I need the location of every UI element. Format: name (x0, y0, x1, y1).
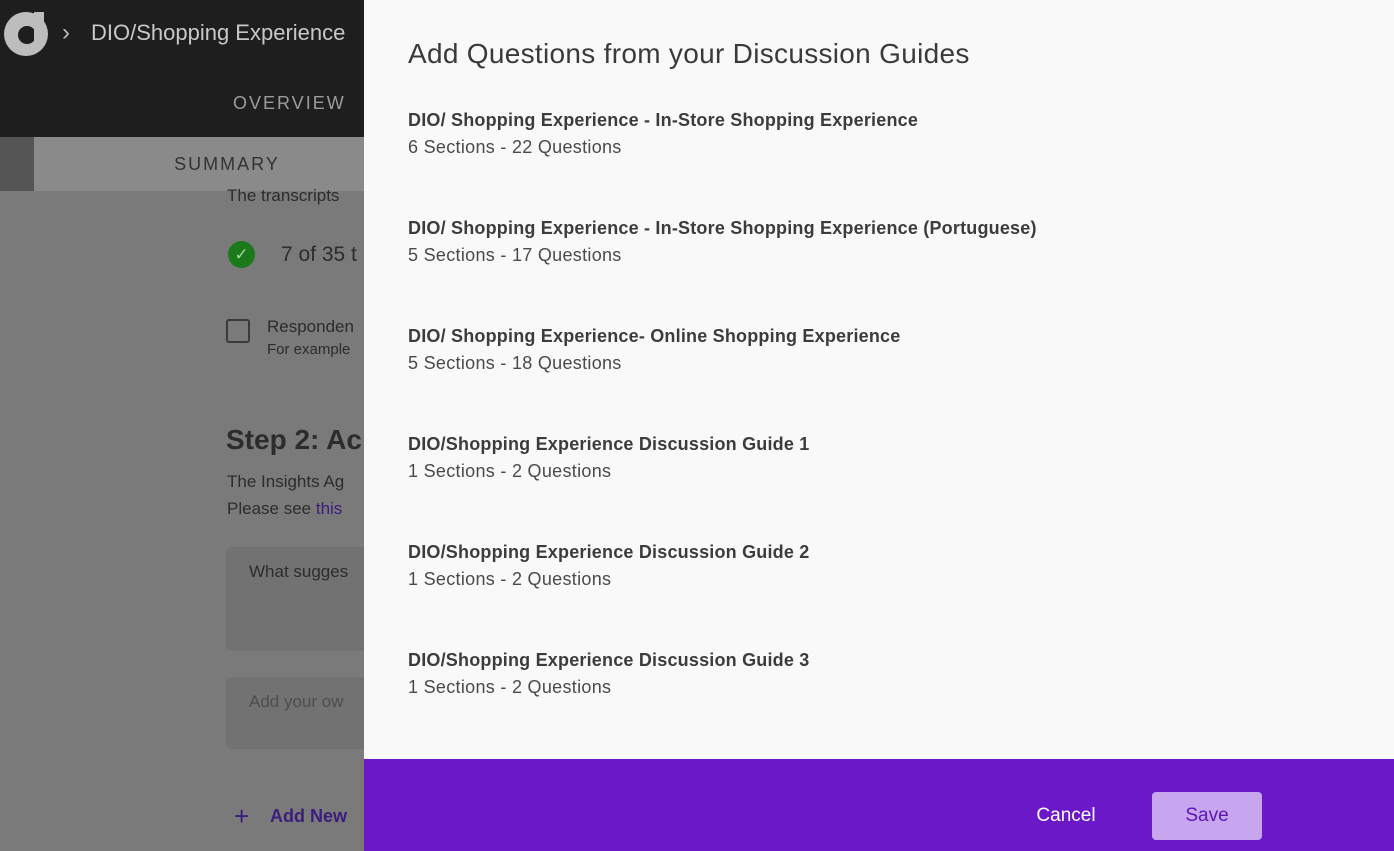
breadcrumb[interactable]: DIO/Shopping Experience (91, 20, 345, 46)
respondent-hint: For example (267, 341, 351, 358)
guide-meta: 1 Sections - 2 Questions (408, 677, 612, 697)
guide-item[interactable]: DIO/ Shopping Experience - In-Store Shop… (408, 217, 1037, 266)
guide-item[interactable]: DIO/Shopping Experience Discussion Guide… (408, 541, 809, 590)
check-circle-icon: ✓ (228, 241, 255, 268)
checkbox-icon[interactable] (226, 319, 250, 343)
add-new-button[interactable]: Add New (270, 806, 347, 827)
tab-overview[interactable]: OVERVIEW (233, 93, 346, 114)
modal-title: Add Questions from your Discussion Guide… (408, 38, 970, 69)
suggestion-card-text: What sugges (249, 562, 349, 581)
guide-item[interactable]: DIO/Shopping Experience Discussion Guide… (408, 433, 809, 482)
guide-title: DIO/Shopping Experience Discussion Guide… (408, 542, 810, 562)
guide-meta: 1 Sections - 2 Questions (408, 461, 612, 481)
cancel-button[interactable]: Cancel (1014, 792, 1118, 840)
transcripts-text: The transcripts (227, 186, 340, 205)
guide-meta: 5 Sections - 17 Questions (408, 245, 622, 265)
guide-item[interactable]: DIO/ Shopping Experience - In-Store Shop… (408, 109, 918, 158)
own-question-placeholder: Add your ow (249, 692, 344, 711)
discussion-guides-modal: Add Questions from your Discussion Guide… (364, 0, 1394, 851)
respondent-label: Responden (267, 317, 354, 336)
save-button[interactable]: Save (1152, 792, 1262, 840)
guide-meta: 1 Sections - 2 Questions (408, 569, 612, 589)
tab-summary[interactable]: SUMMARY (34, 137, 420, 191)
please-see-link[interactable]: this (316, 499, 342, 518)
please-see-text: Please see (227, 499, 316, 518)
step2-heading: Step 2: Ac (226, 424, 362, 455)
guide-title: DIO/ Shopping Experience - In-Store Shop… (408, 218, 1037, 238)
sub-nav-edge (0, 137, 34, 191)
guide-meta: 5 Sections - 18 Questions (408, 353, 622, 373)
guide-title: DIO/ Shopping Experience- Online Shoppin… (408, 326, 901, 346)
guide-meta: 6 Sections - 22 Questions (408, 137, 622, 157)
guide-item[interactable]: DIO/ Shopping Experience- Online Shoppin… (408, 325, 900, 374)
please-see-line: Please see this (227, 499, 342, 519)
chevron-right-icon: › (62, 19, 70, 46)
logo-icon-stem (34, 12, 44, 46)
guide-item[interactable]: DIO/Shopping Experience Discussion Guide… (408, 649, 809, 698)
guide-title: DIO/Shopping Experience Discussion Guide… (408, 434, 810, 454)
guide-title: DIO/Shopping Experience Discussion Guide… (408, 650, 810, 670)
insights-text: The Insights Ag (227, 472, 345, 491)
guide-title: DIO/ Shopping Experience - In-Store Shop… (408, 110, 919, 130)
progress-text: 7 of 35 t (281, 243, 357, 266)
modal-footer: Cancel Save (364, 759, 1394, 851)
plus-icon: + (234, 801, 250, 831)
